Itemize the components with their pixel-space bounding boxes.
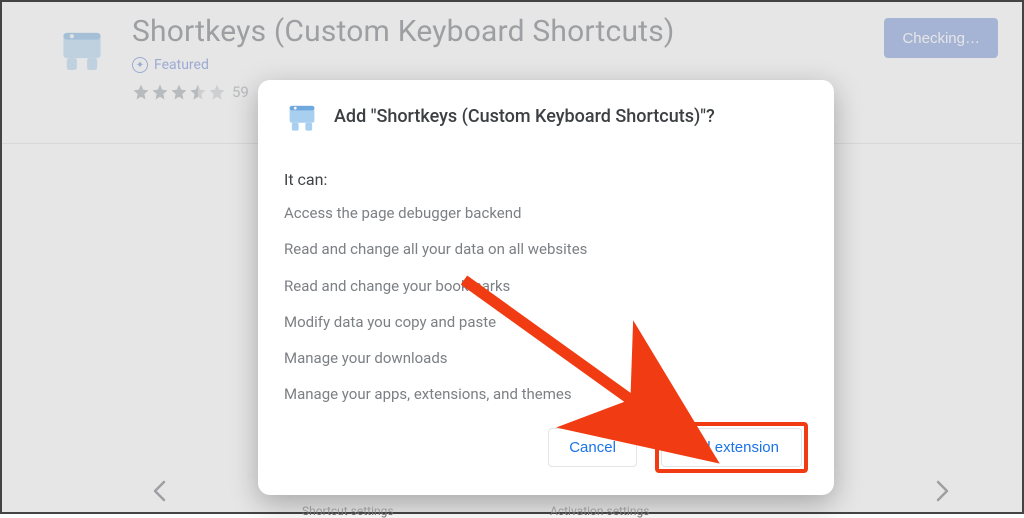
permissions-dialog: Add "Shortkeys (Custom Keyboard Shortcut… <box>258 80 834 495</box>
permission-item: Modify data you copy and paste <box>284 312 808 332</box>
extension-icon <box>52 18 112 78</box>
carousel-prev-button[interactable] <box>142 474 176 508</box>
carousel-caption: Shortcut settings <box>302 504 394 518</box>
dialog-footer: Cancel Add extension <box>284 422 808 473</box>
award-icon: ✦ <box>132 57 148 73</box>
permission-item: Manage your apps, extensions, and themes <box>284 384 808 404</box>
permission-item: Read and change your bookmarks <box>284 276 808 296</box>
featured-badge[interactable]: ✦ Featured <box>132 57 864 73</box>
dialog-header: Add "Shortkeys (Custom Keyboard Shortcut… <box>284 98 808 134</box>
annotation-highlight: Add extension <box>655 422 808 473</box>
permission-item: Read and change all your data on all web… <box>284 239 808 259</box>
permission-item: Manage your downloads <box>284 348 808 368</box>
featured-label: Featured <box>154 57 209 73</box>
star-rating <box>132 83 226 101</box>
dialog-title: Add "Shortkeys (Custom Keyboard Shortcut… <box>334 106 715 127</box>
add-extension-button[interactable]: Add extension <box>661 428 802 467</box>
permission-item: Access the page debugger backend <box>284 203 808 223</box>
install-status-button[interactable]: Checking… <box>884 18 998 58</box>
cancel-button[interactable]: Cancel <box>548 428 637 467</box>
permissions-list: Access the page debugger backend Read an… <box>284 203 808 421</box>
extension-icon <box>284 98 320 134</box>
rating-count: 59 <box>232 83 249 101</box>
carousel-next-button[interactable] <box>926 474 960 508</box>
page-title: Shortkeys (Custom Keyboard Shortcuts) <box>132 14 864 49</box>
carousel-caption: Activation settings <box>550 504 649 518</box>
permissions-heading: It can: <box>284 170 808 189</box>
